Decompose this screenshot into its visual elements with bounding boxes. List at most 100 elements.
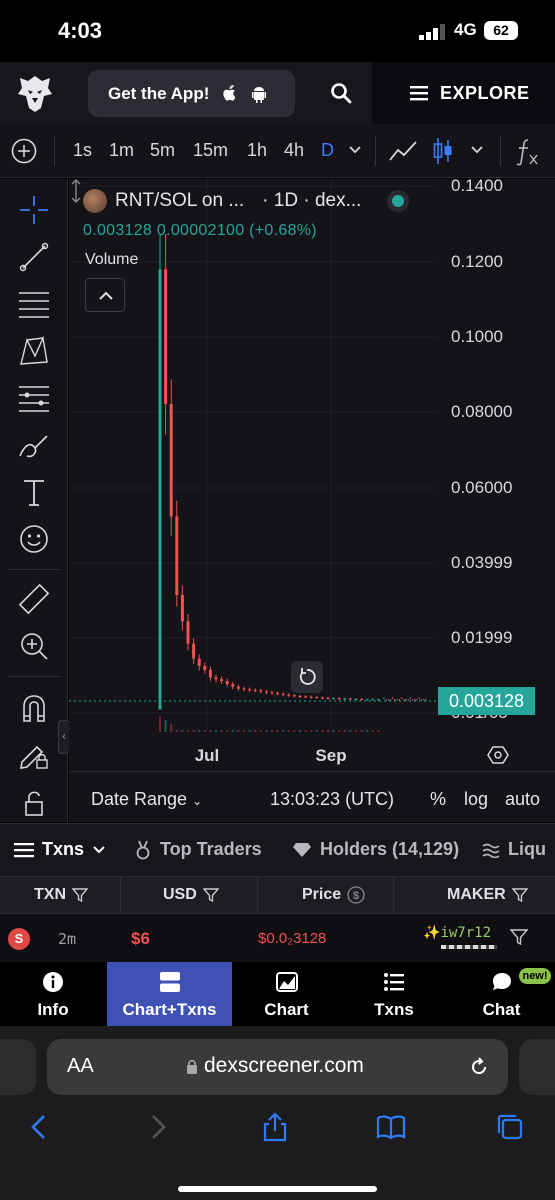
candle-body — [164, 269, 168, 405]
txn-price: $0.0₂3128 — [258, 930, 327, 947]
tabs-icon[interactable] — [495, 1112, 525, 1142]
log-scale-toggle[interactable]: log — [464, 789, 488, 810]
app-tab-chart[interactable]: Chart — [233, 962, 340, 1026]
token-avatar — [83, 189, 107, 213]
auto-scale-toggle[interactable]: auto — [505, 789, 540, 810]
compare-symbol-plus-icon[interactable] — [11, 138, 37, 164]
filter-icon — [202, 888, 219, 903]
share-icon[interactable] — [260, 1112, 290, 1142]
candle-body — [298, 696, 302, 698]
indicators-fx-icon[interactable] — [514, 137, 540, 167]
reset-icon — [299, 668, 316, 685]
volume-bar — [231, 730, 234, 732]
timeframe-d[interactable]: D — [321, 140, 334, 161]
pattern-icon[interactable] — [17, 334, 51, 368]
col-price-header[interactable]: Price $ — [302, 886, 365, 904]
address-bar[interactable]: AA dexscreener.com — [47, 1039, 508, 1095]
resize-handle-icon[interactable] — [69, 179, 83, 203]
candle-body — [376, 699, 380, 701]
text-tool-icon[interactable] — [17, 475, 51, 509]
collapse-legend-button[interactable] — [85, 278, 125, 312]
crosshair-icon[interactable] — [17, 193, 51, 227]
unlock-icon[interactable] — [17, 785, 51, 819]
timeframe-1h[interactable]: 1h — [247, 140, 267, 161]
chevron-down-icon[interactable] — [348, 144, 362, 156]
volume-bar — [248, 730, 251, 732]
chevron-down-icon[interactable] — [470, 144, 484, 156]
lock-drawings-icon[interactable] — [17, 738, 51, 772]
url-text: dexscreener.com — [204, 1054, 364, 1077]
column-divider — [393, 877, 394, 915]
forward-icon[interactable] — [143, 1112, 173, 1142]
candle-body — [343, 698, 347, 700]
explore-button[interactable]: EXPLORE — [372, 62, 555, 124]
tab-holders[interactable]: Holders (14,129) — [292, 839, 459, 860]
get-app-button[interactable]: Get the App! — [88, 70, 295, 117]
reader-aa-button[interactable]: AA — [67, 1055, 94, 1078]
prediction-icon[interactable] — [17, 381, 51, 415]
magnet-icon[interactable] — [17, 691, 51, 725]
tool-divider — [8, 569, 60, 570]
col-maker-header[interactable]: MAKER — [447, 886, 528, 904]
tab-txns[interactable]: Txns — [14, 839, 106, 860]
fib-retracement-icon[interactable] — [17, 287, 51, 321]
zoom-in-icon[interactable] — [17, 629, 51, 663]
txn-maker[interactable]: ✨iw7r12 — [423, 925, 491, 941]
volume-bar — [343, 730, 346, 732]
app-tab-info[interactable]: Info — [0, 962, 106, 1026]
dexscreener-logo-icon[interactable] — [14, 72, 56, 114]
candles-icon[interactable] — [432, 136, 454, 166]
table-row[interactable]: S 2m $6 $0.0₂3128 ✨iw7r12 — [0, 914, 555, 962]
timeframe-4h[interactable]: 4h — [284, 140, 304, 161]
filter-maker-icon[interactable] — [510, 928, 528, 946]
previous-tab-peek[interactable] — [0, 1039, 36, 1095]
percent-scale-toggle[interactable]: % — [430, 789, 446, 810]
maker-address: iw7r12 — [440, 925, 492, 941]
volume-bar — [338, 730, 341, 732]
candle-body — [203, 666, 207, 670]
chevron-down-icon: ⌄ — [192, 794, 203, 808]
x-tick-label: Sep — [315, 746, 346, 765]
ruler-icon[interactable] — [17, 582, 51, 616]
timeframe-5m[interactable]: 5m — [150, 140, 175, 161]
chart-settings-icon[interactable] — [487, 744, 509, 766]
utc-clock[interactable]: 13:03:23 (UTC) — [270, 789, 394, 810]
date-range-selector[interactable]: Date Range ⌄ — [91, 789, 202, 810]
trend-line-icon[interactable] — [17, 240, 51, 274]
timeframe-15m[interactable]: 15m — [193, 140, 228, 161]
emoji-icon[interactable] — [17, 522, 51, 556]
candle-body — [197, 658, 201, 667]
next-tab-peek[interactable] — [519, 1039, 555, 1095]
back-icon[interactable] — [24, 1112, 54, 1142]
app-tab-chart-txns[interactable]: Chart+Txns — [107, 962, 232, 1026]
col-txn-header[interactable]: TXN — [34, 886, 88, 904]
tab-liquidity[interactable]: Liqu — [482, 839, 546, 860]
chart-canvas[interactable]: 0.1400 0.1200 0.1000 0.08000 0.06000 0.03999 0… — [69, 179, 555, 822]
candle-body — [348, 698, 352, 700]
app-tab-txns[interactable]: Txns — [341, 962, 447, 1026]
bookmarks-icon[interactable] — [376, 1112, 406, 1142]
data-tabs: Txns Top Traders Holders (14,129) Liqu — [0, 823, 555, 876]
volume-bar — [371, 730, 374, 732]
price-chart[interactable]: 0.1400 0.1200 0.1000 0.08000 0.06000 0.03999 0… — [69, 179, 555, 822]
timeframe-1s[interactable]: 1s — [73, 140, 92, 161]
timeframe-1m[interactable]: 1m — [109, 140, 134, 161]
tab-top-traders-label: Top Traders — [160, 839, 262, 859]
y-tick-label: 0.1400 — [451, 179, 503, 195]
candle-body — [320, 697, 324, 699]
candle-body — [309, 696, 313, 698]
reset-chart-button[interactable] — [291, 661, 323, 693]
tab-top-traders[interactable]: Top Traders — [134, 839, 262, 860]
android-icon — [252, 86, 267, 103]
candle-body — [270, 692, 274, 694]
brush-icon[interactable] — [17, 428, 51, 462]
col-usd-header[interactable]: USD — [163, 886, 219, 904]
reload-icon[interactable] — [467, 1055, 491, 1079]
volume-bar — [321, 730, 324, 732]
candle-body — [287, 694, 291, 696]
currency-toggle-icon: $ — [347, 886, 365, 904]
line-chart-icon[interactable] — [388, 138, 418, 164]
volume-bar — [293, 730, 296, 732]
search-icon[interactable] — [329, 81, 353, 105]
candle-body — [214, 677, 218, 680]
